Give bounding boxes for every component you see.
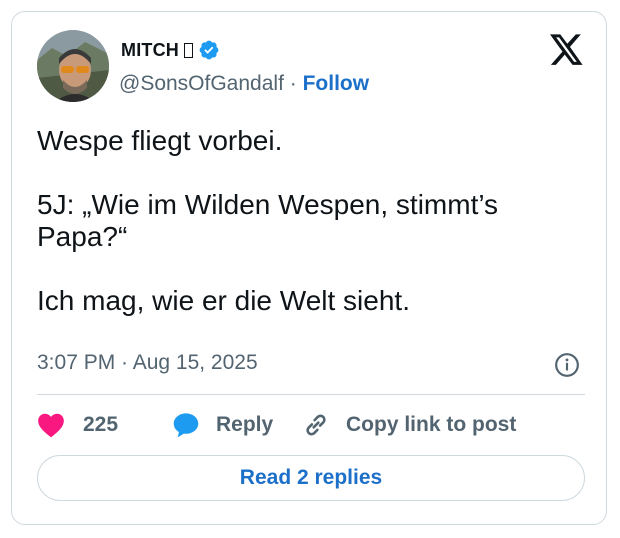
author-handle[interactable]: @SonsOfGandalf <box>119 72 284 95</box>
read-replies-button[interactable]: Read 2 replies <box>37 455 585 501</box>
read-replies-label: Read 2 replies <box>239 466 383 489</box>
heart-icon <box>38 413 64 438</box>
reply-bubble-icon <box>173 413 199 438</box>
handle-separator: · <box>289 72 297 95</box>
post-timestamp[interactable]: 3:07 PM · Aug 15, 2025 <box>37 351 258 375</box>
link-icon <box>306 414 326 436</box>
info-icon[interactable] <box>554 352 580 378</box>
tweet-line: Ich mag, wie er die Welt sieht. <box>37 285 410 316</box>
name-emoji-icon <box>184 42 193 58</box>
tweet-text: Wespe fliegt vorbei. 5J: „Wie im Wilden … <box>37 125 577 317</box>
tweet-line: 5J: „Wie im Wilden Wespen, stimmt’s <box>37 189 499 220</box>
verified-badge-icon <box>199 40 219 60</box>
avatar[interactable] <box>37 30 109 102</box>
tweet-line: Wespe fliegt vorbei. <box>37 125 283 156</box>
divider <box>37 394 585 395</box>
reply-button[interactable]: Reply <box>172 411 302 439</box>
like-count: 225 <box>83 413 119 436</box>
author-name-text: MITCH <box>121 39 179 60</box>
tweet-line: Papa?“ <box>37 221 128 252</box>
embedded-post-card: MITCH @SonsOfGandalf · Follow Wespe flie… <box>11 11 607 525</box>
copy-link-button[interactable]: Copy link to post <box>302 411 516 439</box>
copy-link-label: Copy link to post <box>346 413 517 436</box>
x-logo-icon[interactable] <box>550 34 584 66</box>
author-display-name[interactable]: MITCH <box>121 39 220 61</box>
follow-link[interactable]: Follow <box>303 72 370 95</box>
like-button[interactable]: 225 <box>37 412 172 438</box>
reply-label: Reply <box>216 413 274 436</box>
action-bar: 225 Reply Copy link to post <box>37 410 516 440</box>
author-handle-row: @SonsOfGandalf · Follow <box>119 72 369 96</box>
